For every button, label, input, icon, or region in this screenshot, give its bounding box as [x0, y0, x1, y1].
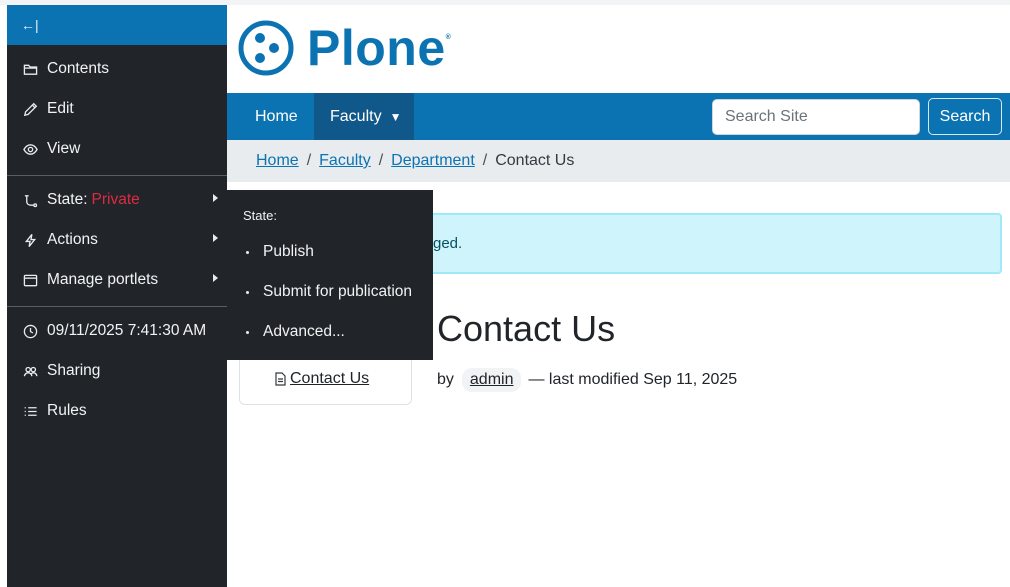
- navigation-portlet: Contact Us: [239, 360, 412, 405]
- state-option-publish[interactable]: Publish: [227, 232, 433, 272]
- caret-down-icon: ▼: [389, 109, 402, 124]
- portlet-link-contact-us[interactable]: Contact Us: [274, 370, 369, 388]
- main-navigation: Home Faculty ▼ Search: [227, 93, 1010, 140]
- toolbar-item-label: Edit: [47, 100, 74, 117]
- collapse-toolbar-icon[interactable]: ←|: [21, 17, 39, 33]
- people-icon: [22, 363, 38, 379]
- window-icon: [22, 272, 38, 288]
- toolbar-item-view[interactable]: View: [7, 129, 227, 169]
- document-byline: by admin — last modified Sep 11, 2025: [437, 368, 737, 392]
- toolbar-item-rules[interactable]: Rules: [7, 391, 227, 431]
- state-option-label: Submit for publication: [263, 283, 413, 300]
- state-label: State:: [47, 191, 88, 208]
- breadcrumb-separator: /: [482, 152, 488, 169]
- bullet-icon: [246, 330, 249, 334]
- nav-item-label: Faculty: [330, 107, 382, 125]
- toolbar-item-edit[interactable]: Edit: [7, 89, 227, 129]
- toolbar-header: ←|: [7, 5, 227, 45]
- submenu-arrow-icon: [213, 274, 218, 282]
- toolbar-item-label: Contents: [47, 60, 110, 77]
- breadcrumb-home[interactable]: Home: [256, 152, 299, 170]
- search-input[interactable]: [712, 99, 920, 135]
- toolbar-item-label: Sharing: [47, 362, 101, 379]
- registered-mark: ®: [445, 34, 452, 41]
- state-option-label: Advanced...: [263, 323, 345, 340]
- plone-logo-icon: [238, 20, 294, 76]
- state-submenu-title: State:: [243, 208, 277, 223]
- bullet-icon: [246, 290, 249, 294]
- state-option-advanced[interactable]: Advanced...: [227, 312, 433, 352]
- modified-datetime: 09/11/2025 7:41:30 AM: [47, 322, 207, 339]
- author-link[interactable]: admin: [461, 368, 522, 392]
- bullet-icon: [246, 250, 249, 254]
- lightning-icon: [22, 232, 38, 248]
- state-option-label: Publish: [263, 243, 314, 260]
- plone-toolbar: ←| Contents Edit View State: Private Act…: [7, 5, 227, 587]
- toolbar-group-workflow: State: Private Actions Manage portlets: [7, 175, 227, 306]
- list-icon: [22, 403, 38, 419]
- toolbar-item-manage-portlets[interactable]: Manage portlets: [7, 260, 227, 300]
- state-value: Private: [91, 191, 140, 208]
- nav-item-home[interactable]: Home: [241, 93, 313, 140]
- breadcrumb-faculty[interactable]: Faculty: [319, 152, 371, 170]
- state-option-submit[interactable]: Submit for publication: [227, 272, 433, 312]
- toolbar-item-sharing[interactable]: Sharing: [7, 351, 227, 391]
- toolbar-item-label: Actions: [47, 231, 98, 248]
- toolbar-item-state[interactable]: State: Private: [7, 180, 227, 220]
- toolbar-item-actions[interactable]: Actions: [7, 220, 227, 260]
- site-logo[interactable]: Plone®: [238, 20, 451, 76]
- breadcrumb: Home / Faculty / Department / Contact Us: [227, 140, 1010, 182]
- pencil-icon: [22, 101, 38, 117]
- toolbar-item-history[interactable]: 09/11/2025 7:41:30 AM: [7, 311, 227, 351]
- logo-text: Plone®: [307, 20, 452, 76]
- eye-icon: [22, 141, 38, 157]
- toolbar-group-main: Contents Edit View: [7, 45, 227, 175]
- toolbar-item-label: Rules: [47, 402, 87, 419]
- portlet-link-label: Contact Us: [290, 370, 370, 387]
- search-button[interactable]: Search: [928, 98, 1002, 135]
- submenu-arrow-icon: [213, 194, 218, 202]
- clock-icon: [22, 323, 38, 339]
- submenu-arrow-icon: [213, 234, 218, 242]
- toolbar-item-label: Manage portlets: [47, 271, 159, 288]
- toolbar-item-label: View: [47, 140, 81, 157]
- breadcrumb-separator: /: [306, 152, 312, 169]
- nav-item-label: Home: [255, 107, 298, 125]
- page-title: Contact Us: [437, 308, 616, 349]
- folder-icon: [22, 61, 38, 77]
- status-message: ged.: [405, 213, 1002, 274]
- document-icon: [275, 372, 286, 386]
- last-modified: — last modified Sep 11, 2025: [528, 371, 738, 388]
- breadcrumb-separator: /: [378, 152, 384, 169]
- toolbar-item-contents[interactable]: Contents: [7, 49, 227, 89]
- workflow-icon: [22, 192, 38, 208]
- byline-by: by: [437, 371, 454, 388]
- breadcrumb-department[interactable]: Department: [391, 152, 475, 170]
- toolbar-group-info: 09/11/2025 7:41:30 AM Sharing Rules: [7, 306, 227, 437]
- nav-item-faculty[interactable]: Faculty ▼: [314, 93, 414, 140]
- state-submenu: State: Publish Submit for publication Ad…: [227, 190, 433, 360]
- status-message-text: ged.: [433, 235, 463, 252]
- breadcrumb-current: Contact Us: [495, 152, 575, 169]
